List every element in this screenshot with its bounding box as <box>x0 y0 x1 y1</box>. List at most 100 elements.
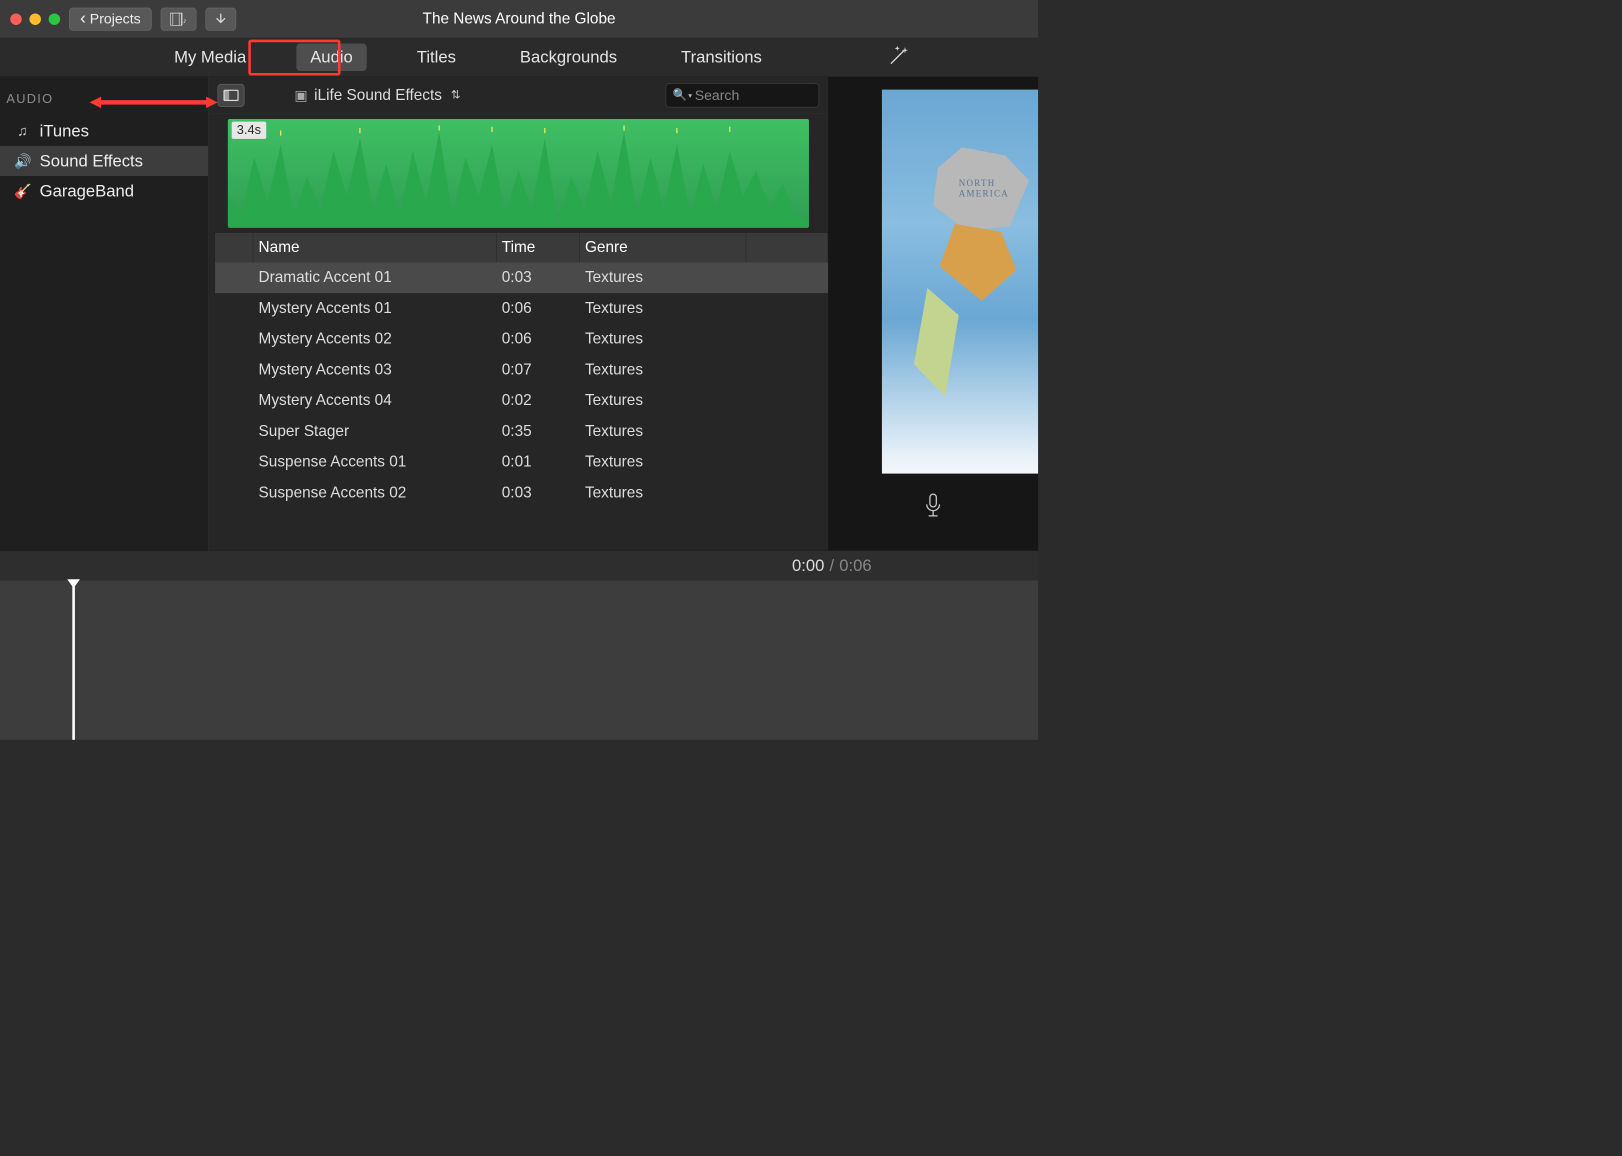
tab-titles[interactable]: Titles <box>403 44 470 72</box>
voiceover-record-button[interactable] <box>924 493 943 522</box>
preview-viewer[interactable]: NORTH AMERICA <box>882 90 1038 474</box>
download-arrow-icon <box>215 12 227 25</box>
projects-back-button[interactable]: Projects <box>69 7 151 30</box>
table-row[interactable]: Mystery Accents 010:06Textures <box>215 293 828 324</box>
film-music-icon: ♪ <box>170 12 187 25</box>
table-row[interactable]: Dramatic Accent 010:03Textures <box>215 262 828 293</box>
col-genre[interactable]: Genre <box>580 233 746 262</box>
enhance-button[interactable] <box>887 44 910 70</box>
timeline-playhead[interactable] <box>72 580 75 739</box>
table-body: Dramatic Accent 010:03TexturesMystery Ac… <box>215 262 828 508</box>
close-window-button[interactable] <box>10 13 22 25</box>
current-time: 0:00 <box>792 556 824 576</box>
cell-time: 0:06 <box>497 330 580 348</box>
sidebar-item-label: iTunes <box>40 121 89 141</box>
import-button[interactable] <box>205 7 236 30</box>
folder-icon: ▣ <box>294 87 307 104</box>
browser-tabbar: My Media Audio Titles Backgrounds Transi… <box>0 38 1038 76</box>
chevron-left-icon <box>80 11 86 28</box>
total-duration: 0:06 <box>839 556 871 576</box>
window-controls <box>10 13 60 25</box>
cell-genre: Textures <box>580 330 746 348</box>
browser-toolbar: ▣ iLife Sound Effects ⇅ 🔍 ▾ <box>209 77 829 114</box>
chevron-down-icon: ▾ <box>688 91 692 100</box>
chevron-updown-icon: ⇅ <box>451 88 461 101</box>
cell-time: 0:01 <box>497 453 580 471</box>
guitar-icon: 🎸 <box>14 183 31 200</box>
playhead-time-display: 0:00 / 0:06 <box>0 550 1038 579</box>
minimize-window-button[interactable] <box>29 13 41 25</box>
magic-wand-icon <box>887 44 910 67</box>
table-row[interactable]: Mystery Accents 020:06Textures <box>215 324 828 355</box>
projects-label: Projects <box>90 11 141 28</box>
cell-genre: Textures <box>580 422 746 440</box>
svg-text:♪: ♪ <box>183 16 187 25</box>
sidebar-item-label: GarageBand <box>40 181 134 201</box>
cell-time: 0:03 <box>497 269 580 287</box>
col-time[interactable]: Time <box>497 233 580 262</box>
tab-transitions[interactable]: Transitions <box>667 44 776 72</box>
cell-time: 0:06 <box>497 300 580 318</box>
media-library-button[interactable]: ♪ <box>161 7 197 30</box>
cell-name: Suspense Accents 01 <box>253 453 496 471</box>
table-row[interactable]: Super Stager0:35Textures <box>215 416 828 447</box>
audio-table: Name Time Genre Dramatic Accent 010:03Te… <box>209 233 829 550</box>
cell-time: 0:07 <box>497 361 580 379</box>
table-row[interactable]: Mystery Accents 030:07Textures <box>215 355 828 386</box>
cell-genre: Textures <box>580 453 746 471</box>
audio-browser: ▣ iLife Sound Effects ⇅ 🔍 ▾ <box>209 77 829 551</box>
waveform-preview[interactable]: 3.4s <box>209 114 829 233</box>
project-title: The News Around the Globe <box>423 10 616 28</box>
cell-genre: Textures <box>580 392 746 410</box>
audio-sidebar: AUDIO ♫ iTunes 🔊 Sound Effects 🎸 GarageB… <box>0 77 209 551</box>
table-row[interactable]: Suspense Accents 020:03Textures <box>215 477 828 508</box>
cell-name: Mystery Accents 03 <box>253 361 496 379</box>
cell-time: 0:03 <box>497 484 580 502</box>
zoom-window-button[interactable] <box>49 13 61 25</box>
tab-audio[interactable]: Audio <box>296 44 367 72</box>
sidebar-item-itunes[interactable]: ♫ iTunes <box>0 116 208 146</box>
cell-time: 0:02 <box>497 392 580 410</box>
map-label-north-america: NORTH AMERICA <box>959 179 1038 199</box>
library-name: iLife Sound Effects <box>314 86 442 104</box>
sidebar-item-label: Sound Effects <box>40 151 143 171</box>
map-landmass <box>914 288 959 397</box>
toggle-sidebar-button[interactable] <box>218 84 245 107</box>
titlebar: Projects ♪ The News Around the Globe <box>0 0 1038 38</box>
waveform-graphic <box>228 119 809 228</box>
preview-toolbar <box>828 493 1038 522</box>
waveform-duration-badge: 3.4s <box>232 122 266 139</box>
col-name[interactable]: Name <box>253 233 496 262</box>
table-row[interactable]: Suspense Accents 010:01Textures <box>215 447 828 478</box>
speaker-icon: 🔊 <box>14 153 31 170</box>
content-area: AUDIO ♫ iTunes 🔊 Sound Effects 🎸 GarageB… <box>0 77 1038 551</box>
cell-name: Mystery Accents 01 <box>253 300 496 318</box>
table-row[interactable]: Mystery Accents 040:02Textures <box>215 385 828 416</box>
sidebar-section-title: AUDIO <box>0 92 208 116</box>
cell-genre: Textures <box>580 300 746 318</box>
tab-backgrounds[interactable]: Backgrounds <box>506 44 631 72</box>
music-note-icon: ♫ <box>14 123 31 140</box>
cell-genre: Textures <box>580 361 746 379</box>
cell-name: Mystery Accents 04 <box>253 392 496 410</box>
library-dropdown[interactable]: ▣ iLife Sound Effects ⇅ <box>294 86 460 104</box>
microphone-icon <box>924 493 943 519</box>
preview-pane: NORTH AMERICA <box>828 77 1038 551</box>
sidebar-item-garageband[interactable]: 🎸 GarageBand <box>0 176 208 206</box>
cell-name: Mystery Accents 02 <box>253 330 496 348</box>
time-separator: / <box>830 556 835 576</box>
cell-name: Dramatic Accent 01 <box>253 269 496 287</box>
search-icon: 🔍 <box>673 88 687 101</box>
map-landmass <box>940 224 1017 301</box>
cell-name: Super Stager <box>253 422 496 440</box>
search-field[interactable]: 🔍 ▾ <box>666 83 820 107</box>
table-header[interactable]: Name Time Genre <box>215 233 828 262</box>
cell-genre: Textures <box>580 484 746 502</box>
sidebar-item-sound-effects[interactable]: 🔊 Sound Effects <box>0 146 208 176</box>
tab-my-media[interactable]: My Media <box>160 44 260 72</box>
timeline[interactable] <box>0 580 1038 740</box>
cell-name: Suspense Accents 02 <box>253 484 496 502</box>
cell-genre: Textures <box>580 269 746 287</box>
cell-time: 0:35 <box>497 422 580 440</box>
sidebar-panel-icon <box>223 89 238 101</box>
